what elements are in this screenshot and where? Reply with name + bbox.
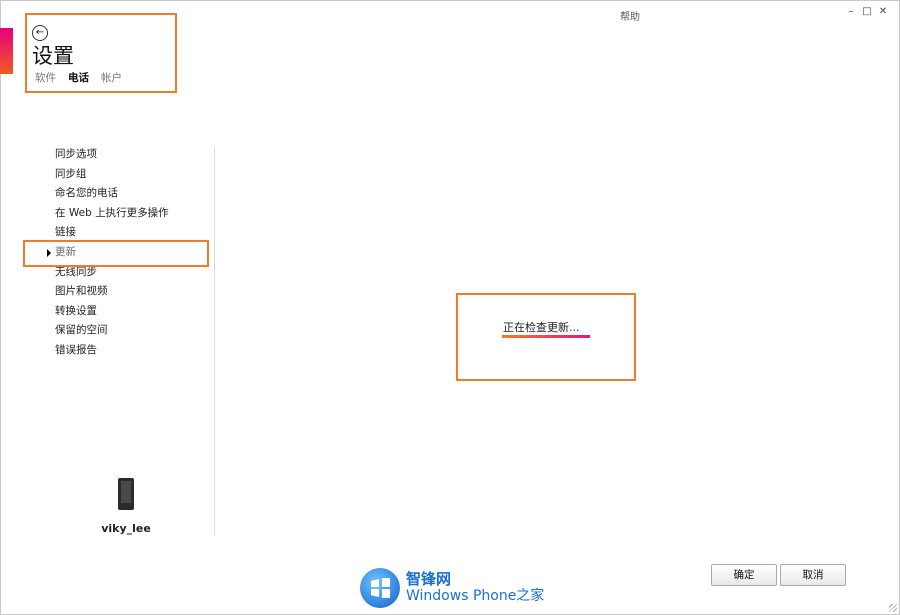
sidebar-item-error-report[interactable]: 错误报告 [55, 343, 205, 363]
progress-fill [502, 335, 590, 338]
watermark: 智锋网 Windows Phone之家 [360, 568, 544, 608]
cancel-button[interactable]: 取消 [780, 564, 846, 586]
status-text: 正在检查更新... [503, 321, 580, 334]
progress-bar [502, 335, 590, 338]
sidebar-divider [214, 147, 215, 536]
sidebar-item-pictures-videos[interactable]: 图片和视频 [55, 284, 205, 304]
tab-software[interactable]: 软件 [35, 70, 56, 85]
minimize-icon[interactable]: – [846, 6, 856, 17]
window-controls: – □ ✕ [846, 6, 888, 17]
sidebar-item-sync-options[interactable]: 同步选项 [55, 147, 205, 167]
help-link[interactable]: 帮助 [620, 8, 640, 23]
accent-stripe [0, 28, 13, 74]
device-name: viky_lee [101, 522, 151, 535]
sidebar-item-sync-groups[interactable]: 同步组 [55, 167, 205, 187]
sidebar-item-wireless-sync[interactable]: 无线同步 [55, 265, 205, 285]
sidebar-item-conversion[interactable]: 转换设置 [55, 304, 205, 324]
sidebar-item-web[interactable]: 在 Web 上执行更多操作 [55, 206, 205, 226]
phone-icon [118, 478, 134, 510]
close-icon[interactable]: ✕ [878, 6, 888, 17]
sidebar-item-reserved-space[interactable]: 保留的空间 [55, 323, 205, 343]
resize-grip[interactable] [889, 604, 897, 612]
selected-caret-icon [47, 249, 51, 257]
sidebar-item-name-phone[interactable]: 命名您的电话 [55, 186, 205, 206]
restore-icon[interactable]: □ [862, 6, 872, 17]
tab-phone[interactable]: 电话 [68, 70, 89, 85]
watermark-line2: Windows Phone之家 [406, 588, 545, 604]
watermark-text: 智锋网 Windows Phone之家 [406, 571, 544, 605]
back-arrow-icon[interactable]: ← [32, 25, 48, 41]
watermark-line1: 智锋网 [406, 570, 452, 588]
tab-bar: 软件 电话 帐户 [35, 70, 122, 85]
page-title: 设置 [32, 44, 74, 68]
windows-logo-icon [360, 568, 400, 608]
tab-account[interactable]: 帐户 [101, 70, 122, 85]
ok-button[interactable]: 确定 [711, 564, 777, 586]
